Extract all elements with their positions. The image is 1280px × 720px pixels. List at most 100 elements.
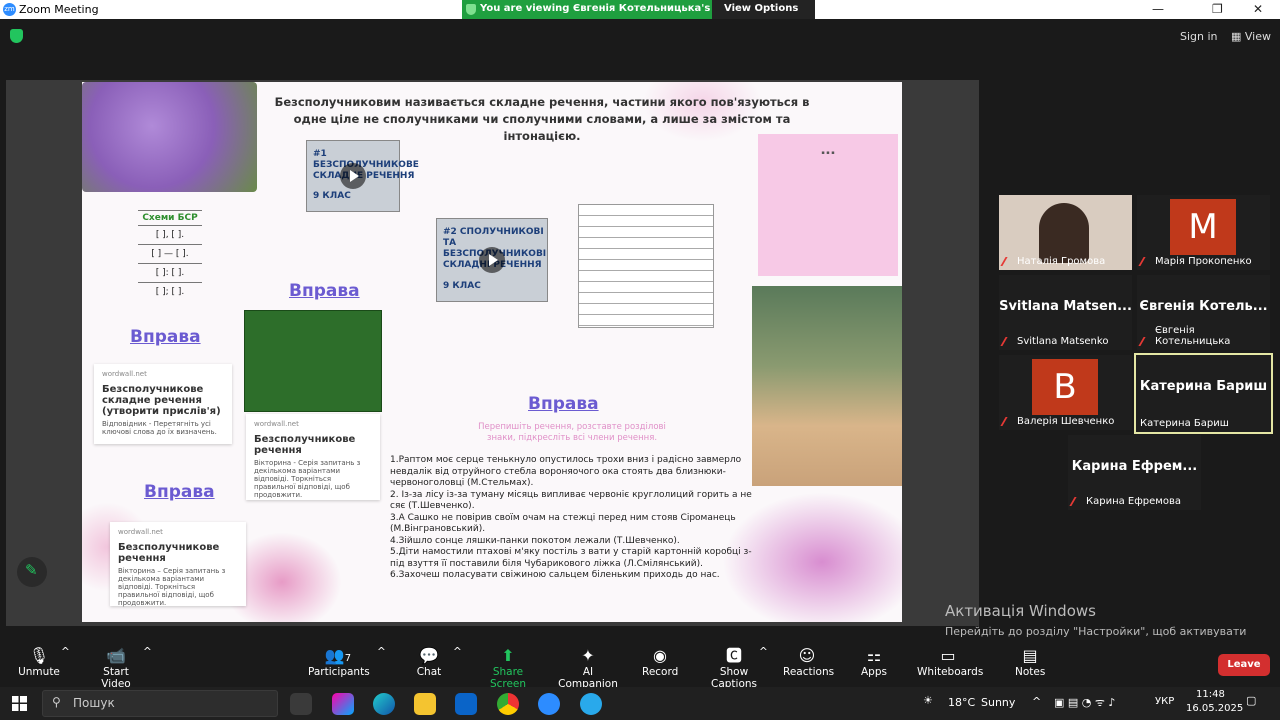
record-button[interactable]: ◉ Record [642,646,678,678]
play-icon[interactable] [340,163,366,189]
notes-button[interactable]: ▤ Notes [1015,646,1045,678]
vprava-link-4[interactable]: Вправа [528,394,599,414]
whiteboards-button[interactable]: ▭ Whiteboards [917,646,983,678]
start-video-button[interactable]: 📹 Start Video [90,646,142,690]
play-icon[interactable] [479,247,505,273]
card-title: Безсполучникове речення [118,542,220,564]
clock-time[interactable]: 11:48 [1196,689,1225,700]
edge-icon[interactable] [373,693,395,715]
participant-name: Євгенія Котельницька [1155,325,1231,347]
participant-tile[interactable]: Карина Ефрем... Карина Ефремова [1068,435,1201,510]
activation-title: Активація Windows [945,602,1096,620]
close-button[interactable]: ✕ [1253,2,1263,16]
ai-companion-button[interactable]: ✦ AI Companion [555,646,621,690]
meeting-top-bar: Sign in ▦ View [0,19,1280,80]
clock-date[interactable]: 16.05.2025 [1186,703,1243,714]
participant-tile[interactable]: Svitlana Matsen... Svitlana Matsenko [999,275,1132,350]
schemes-table: Схеми БСР [ ], [ ]. [ ] — [ ]. [ ]: [ ].… [138,210,202,301]
leave-button[interactable]: Leave [1218,654,1270,676]
muted-mic-icon [1138,257,1152,266]
video-thumbnail-1[interactable]: #1 БЕЗСПОЛУЧНИКОВЕ СКЛАДНЕ РЕЧЕННЯ 9 КЛА… [306,140,419,212]
video-thumbnail-2[interactable]: #2 СПОЛУЧНИКОВІ ТА БЕЗСПОЛУЧНИКОВІ СКЛАД… [436,218,548,302]
video-1-title: #1 БЕЗСПОЛУЧНИКОВЕ СКЛАДНЕ РЕЧЕННЯ [313,149,419,181]
screen-share-banner: You are viewing Євгенія Котельницька's s… [462,0,815,25]
reactions-button[interactable]: ☺ Reactions [783,646,834,678]
window-title: Zoom Meeting [19,3,99,16]
unmute-button[interactable]: 🎙 Unmute [18,646,60,678]
participant-tile[interactable]: B Валерія Шевченко [999,355,1132,430]
annotate-pencil-icon[interactable] [17,557,47,587]
vprava-link-1[interactable]: Вправа [130,327,201,347]
chevron-up-icon[interactable]: ^ [377,646,386,658]
sentence-item: 3.А Сашко не повірив своїм очам на стежц… [390,512,736,535]
lilac-image [82,82,257,192]
muted-mic-icon [1138,337,1152,346]
wordwall-card-2[interactable]: wordwall.net Безсполучникове речення Вік… [246,414,380,500]
participants-button[interactable]: 👥7 Participants [308,646,370,678]
chevron-up-icon[interactable]: ^ [1032,695,1041,708]
zoom-icon[interactable] [538,693,560,715]
card-title: Безсполучникове речення [254,434,356,456]
sentence-item: 5.Діти намостили птахові м'яку постіль з… [390,547,752,569]
view-button[interactable]: ▦ View [1231,30,1271,43]
weather-icon: ☀ [923,694,933,707]
chevron-up-icon[interactable]: ^ [61,646,70,658]
exercise-sentences: 1.Раптом моє серце тенькнуло опустилось … [390,455,762,582]
minimize-button[interactable]: — [1152,2,1164,16]
meeting-toolbar: 🎙 Unmute ^ 📹 Start Video ^ 👥7 Participan… [0,640,1280,690]
shield-icon [466,4,476,15]
sign-in-link[interactable]: Sign in [1180,30,1218,43]
tray-icons[interactable]: ▣ ▤ ◔ ᯤ ♪ [1054,695,1115,710]
vprava-link-3[interactable]: Вправа [144,482,215,502]
grammar-table-image [578,204,714,328]
telegram-icon[interactable] [580,693,602,715]
participant-tile[interactable]: M Марія Прокопенко [1137,195,1270,270]
taskbar-search[interactable]: ⚲ Пошук [42,690,278,717]
participant-name: Наталія Громова [1017,256,1106,267]
notifications-icon[interactable]: ▢ [1246,694,1256,707]
view-options-label: View Options [724,3,799,14]
exercise-instruction: Перепишіть речення, розставте розділові … [478,422,666,443]
chat-button[interactable]: 💬 Chat [414,646,444,678]
sentence-item: 6.Захочеш поласувати свіжиною сальцем бі… [390,570,720,580]
share-screen-button[interactable]: ⬆ Share Screen [477,646,539,690]
whiteboard-icon: ▭ [940,646,956,665]
scheme-row: [ ] — [ ]. [138,244,202,263]
muted-mic-icon [1000,337,1014,346]
wordwall-card-3[interactable]: wordwall.net Безсполучникове речення Вік… [110,522,246,607]
apps-icon: ⚏ [866,646,882,665]
sentence-item: 2. Із-за лісу із-за туману місяць виплив… [390,489,752,512]
participant-display-name: Євгенія Котель... [1139,299,1268,314]
sparkle-icon: ✦ [581,646,595,665]
windows-start-icon[interactable] [12,696,27,711]
card-desc: Відповідник - Перетягніть усі ключові сл… [102,420,217,436]
input-language[interactable]: УКР [1155,696,1174,707]
wordwall-card-1[interactable]: wordwall.net Безсполучникове складне реч… [94,364,232,444]
apps-button[interactable]: ⚏ Apps [860,646,888,678]
search-icon: ⚲ [52,695,61,709]
participant-display-name: Карина Ефрем... [1071,459,1198,474]
weather-temp[interactable]: 18°C [948,696,975,709]
participant-tile[interactable]: Євгенія Котель... Євгенія Котельницька [1137,275,1270,350]
maximize-button[interactable]: ❐ [1212,2,1223,16]
file-explorer-icon[interactable] [414,693,436,715]
security-shield-icon[interactable] [10,29,23,43]
wordwall-source: wordwall.net [118,528,163,536]
participant-tile[interactable]: Наталія Громова [999,195,1132,270]
chrome-icon[interactable] [497,693,519,715]
chevron-up-icon[interactable]: ^ [759,646,768,658]
participants-count: 7 [344,653,352,664]
weather-desc[interactable]: Sunny [981,696,1015,709]
view-options-button[interactable]: View Options ⌄ [712,0,815,25]
scheme-row: [ ]: [ ]. [138,263,202,282]
chevron-up-icon[interactable]: ^ [453,646,462,658]
participant-avatar: M [1170,199,1236,255]
card-title: Безсполучникове складне речення (утворит… [102,384,221,417]
outlook-icon[interactable] [455,693,477,715]
task-view-icon[interactable] [290,693,312,715]
chevron-up-icon[interactable]: ^ [143,646,152,658]
copilot-icon[interactable] [332,693,354,715]
participant-tile-active-speaker[interactable]: Катерина Бариш Катерина Бариш [1134,353,1273,434]
vprava-link-2[interactable]: Вправа [289,281,360,301]
green-game-thumbnail[interactable] [244,310,382,412]
